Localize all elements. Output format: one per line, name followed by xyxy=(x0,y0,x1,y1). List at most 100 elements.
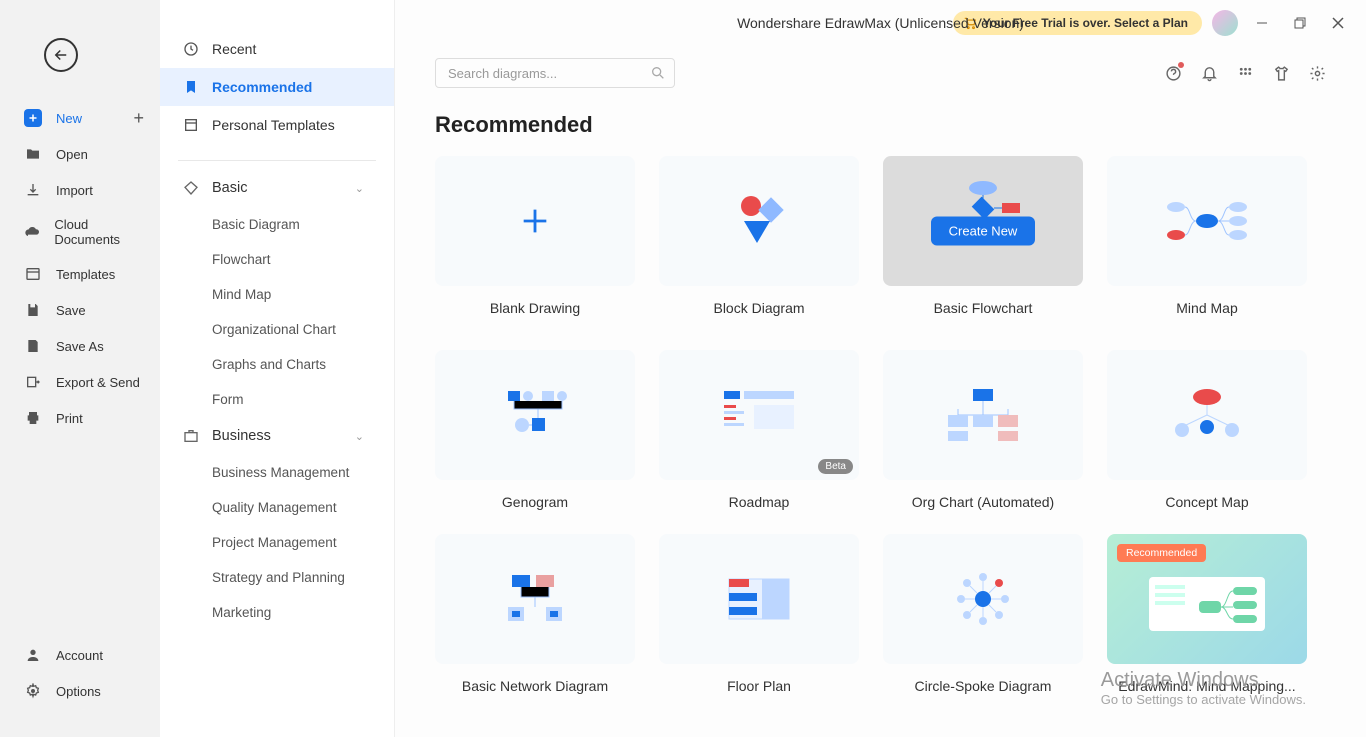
window-maximize[interactable] xyxy=(1286,9,1314,37)
card-label: Concept Map xyxy=(1107,494,1307,510)
sub-mind-map[interactable]: Mind Map xyxy=(160,277,394,312)
toolbar xyxy=(395,40,1366,98)
help-icon[interactable] xyxy=(1164,64,1182,82)
window-minimize[interactable] xyxy=(1248,9,1276,37)
sub-project[interactable]: Project Management xyxy=(160,525,394,560)
cat-recommended-label: Recommended xyxy=(212,79,312,95)
nav-save-as-label: Save As xyxy=(56,339,104,354)
nav-export-label: Export & Send xyxy=(56,375,140,390)
nav-save[interactable]: Save xyxy=(0,292,160,328)
cloud-icon xyxy=(24,223,40,241)
settings-icon[interactable] xyxy=(1308,64,1326,82)
nav-save-label: Save xyxy=(56,303,86,318)
app-title: Wondershare EdrawMax (Unlicensed Version… xyxy=(737,15,1024,31)
create-new-button[interactable]: Create New xyxy=(931,217,1036,246)
avatar[interactable] xyxy=(1212,10,1238,36)
sub-strategy[interactable]: Strategy and Planning xyxy=(160,560,394,595)
card-network-diagram[interactable]: Basic Network Diagram xyxy=(435,534,635,694)
mindmap-icon xyxy=(1162,191,1252,251)
nav-templates-label: Templates xyxy=(56,267,115,282)
section-title: Recommended xyxy=(435,112,1326,138)
card-blank-drawing[interactable]: Blank Drawing xyxy=(435,156,635,326)
sub-form[interactable]: Form xyxy=(160,382,394,417)
bell-icon[interactable] xyxy=(1200,64,1218,82)
card-label: Org Chart (Automated) xyxy=(883,494,1083,510)
category-sidebar: Recent Recommended Personal Templates Ba… xyxy=(160,0,395,737)
nav-export[interactable]: Export & Send xyxy=(0,364,160,400)
print-icon xyxy=(24,409,42,427)
card-mind-map[interactable]: Mind Map xyxy=(1107,156,1307,326)
group-basic[interactable]: Basic ⌄ xyxy=(160,169,394,207)
nav-open-label: Open xyxy=(56,147,88,162)
card-label: Basic Flowchart xyxy=(883,300,1083,326)
shapes-icon xyxy=(724,191,794,251)
folder-icon xyxy=(24,145,42,163)
nav-account[interactable]: Account xyxy=(0,637,160,673)
search-icon[interactable] xyxy=(650,65,666,81)
search-box[interactable] xyxy=(435,58,675,88)
cat-personal-label: Personal Templates xyxy=(212,117,335,133)
sub-quality[interactable]: Quality Management xyxy=(160,490,394,525)
cat-recent[interactable]: Recent xyxy=(160,30,394,68)
cat-recommended[interactable]: Recommended xyxy=(160,68,394,106)
main-area: Wondershare EdrawMax (Unlicensed Version… xyxy=(395,0,1366,737)
sub-flowchart[interactable]: Flowchart xyxy=(160,242,394,277)
roadmap-icon xyxy=(714,385,804,445)
nav-options-label: Options xyxy=(56,684,101,699)
group-business[interactable]: Business ⌄ xyxy=(160,417,394,455)
cat-personal[interactable]: Personal Templates xyxy=(160,106,394,144)
nav-templates[interactable]: Templates xyxy=(0,256,160,292)
plus-icon[interactable]: + xyxy=(133,108,144,129)
nav-print-label: Print xyxy=(56,411,83,426)
sub-org-chart[interactable]: Organizational Chart xyxy=(160,312,394,347)
card-label: Circle-Spoke Diagram xyxy=(883,678,1083,694)
nav-cloud[interactable]: Cloud Documents xyxy=(0,208,160,256)
divider xyxy=(178,160,376,161)
nav-options[interactable]: Options xyxy=(0,673,160,709)
floorplan-icon xyxy=(714,569,804,629)
card-concept-map[interactable]: Concept Map xyxy=(1107,350,1307,510)
back-button[interactable] xyxy=(44,38,78,72)
card-floor-plan[interactable]: Floor Plan xyxy=(659,534,859,694)
nav-new[interactable]: New + xyxy=(0,100,160,136)
template-grid: Blank Drawing Block Diagram Create New B… xyxy=(435,156,1326,694)
notification-dot xyxy=(1178,62,1184,68)
account-icon xyxy=(24,646,42,664)
sub-basic-diagram[interactable]: Basic Diagram xyxy=(160,207,394,242)
sub-graphs[interactable]: Graphs and Charts xyxy=(160,347,394,382)
clock-icon xyxy=(182,40,200,58)
beta-badge: Beta xyxy=(818,459,853,474)
shirt-icon[interactable] xyxy=(1272,64,1290,82)
card-roadmap[interactable]: Beta Roadmap xyxy=(659,350,859,510)
bookmark-icon xyxy=(182,78,200,96)
card-label: Roadmap xyxy=(659,494,859,510)
orgchart-icon xyxy=(938,385,1028,445)
card-label: Block Diagram xyxy=(659,300,859,316)
window-close[interactable] xyxy=(1324,9,1352,37)
group-basic-label: Basic xyxy=(212,180,247,196)
card-org-chart[interactable]: Org Chart (Automated) xyxy=(883,350,1083,510)
card-basic-flowchart[interactable]: Create New Basic Flowchart xyxy=(883,156,1083,326)
templates-icon xyxy=(24,265,42,283)
nav-print[interactable]: Print xyxy=(0,400,160,436)
card-label: Genogram xyxy=(435,494,635,510)
cat-recent-label: Recent xyxy=(212,41,256,57)
nav-save-as[interactable]: Save As xyxy=(0,328,160,364)
edrawmind-icon xyxy=(1137,559,1277,639)
search-input[interactable] xyxy=(448,66,650,81)
nav-import[interactable]: Import xyxy=(0,172,160,208)
apps-icon[interactable] xyxy=(1236,64,1254,82)
card-circle-spoke[interactable]: Circle-Spoke Diagram xyxy=(883,534,1083,694)
titlebar: Wondershare EdrawMax (Unlicensed Version… xyxy=(395,0,1366,40)
nav-open[interactable]: Open xyxy=(0,136,160,172)
card-genogram[interactable]: Genogram xyxy=(435,350,635,510)
sub-biz-mgmt[interactable]: Business Management xyxy=(160,455,394,490)
card-edrawmind[interactable]: Recommended EdrawMind: Mind Mapping... xyxy=(1107,534,1307,694)
card-block-diagram[interactable]: Block Diagram xyxy=(659,156,859,326)
save-icon xyxy=(24,301,42,319)
sub-marketing[interactable]: Marketing xyxy=(160,595,394,630)
briefcase-icon xyxy=(182,427,200,445)
nav-new-label: New xyxy=(56,111,82,126)
plus-badge-icon xyxy=(24,109,42,127)
export-icon xyxy=(24,373,42,391)
